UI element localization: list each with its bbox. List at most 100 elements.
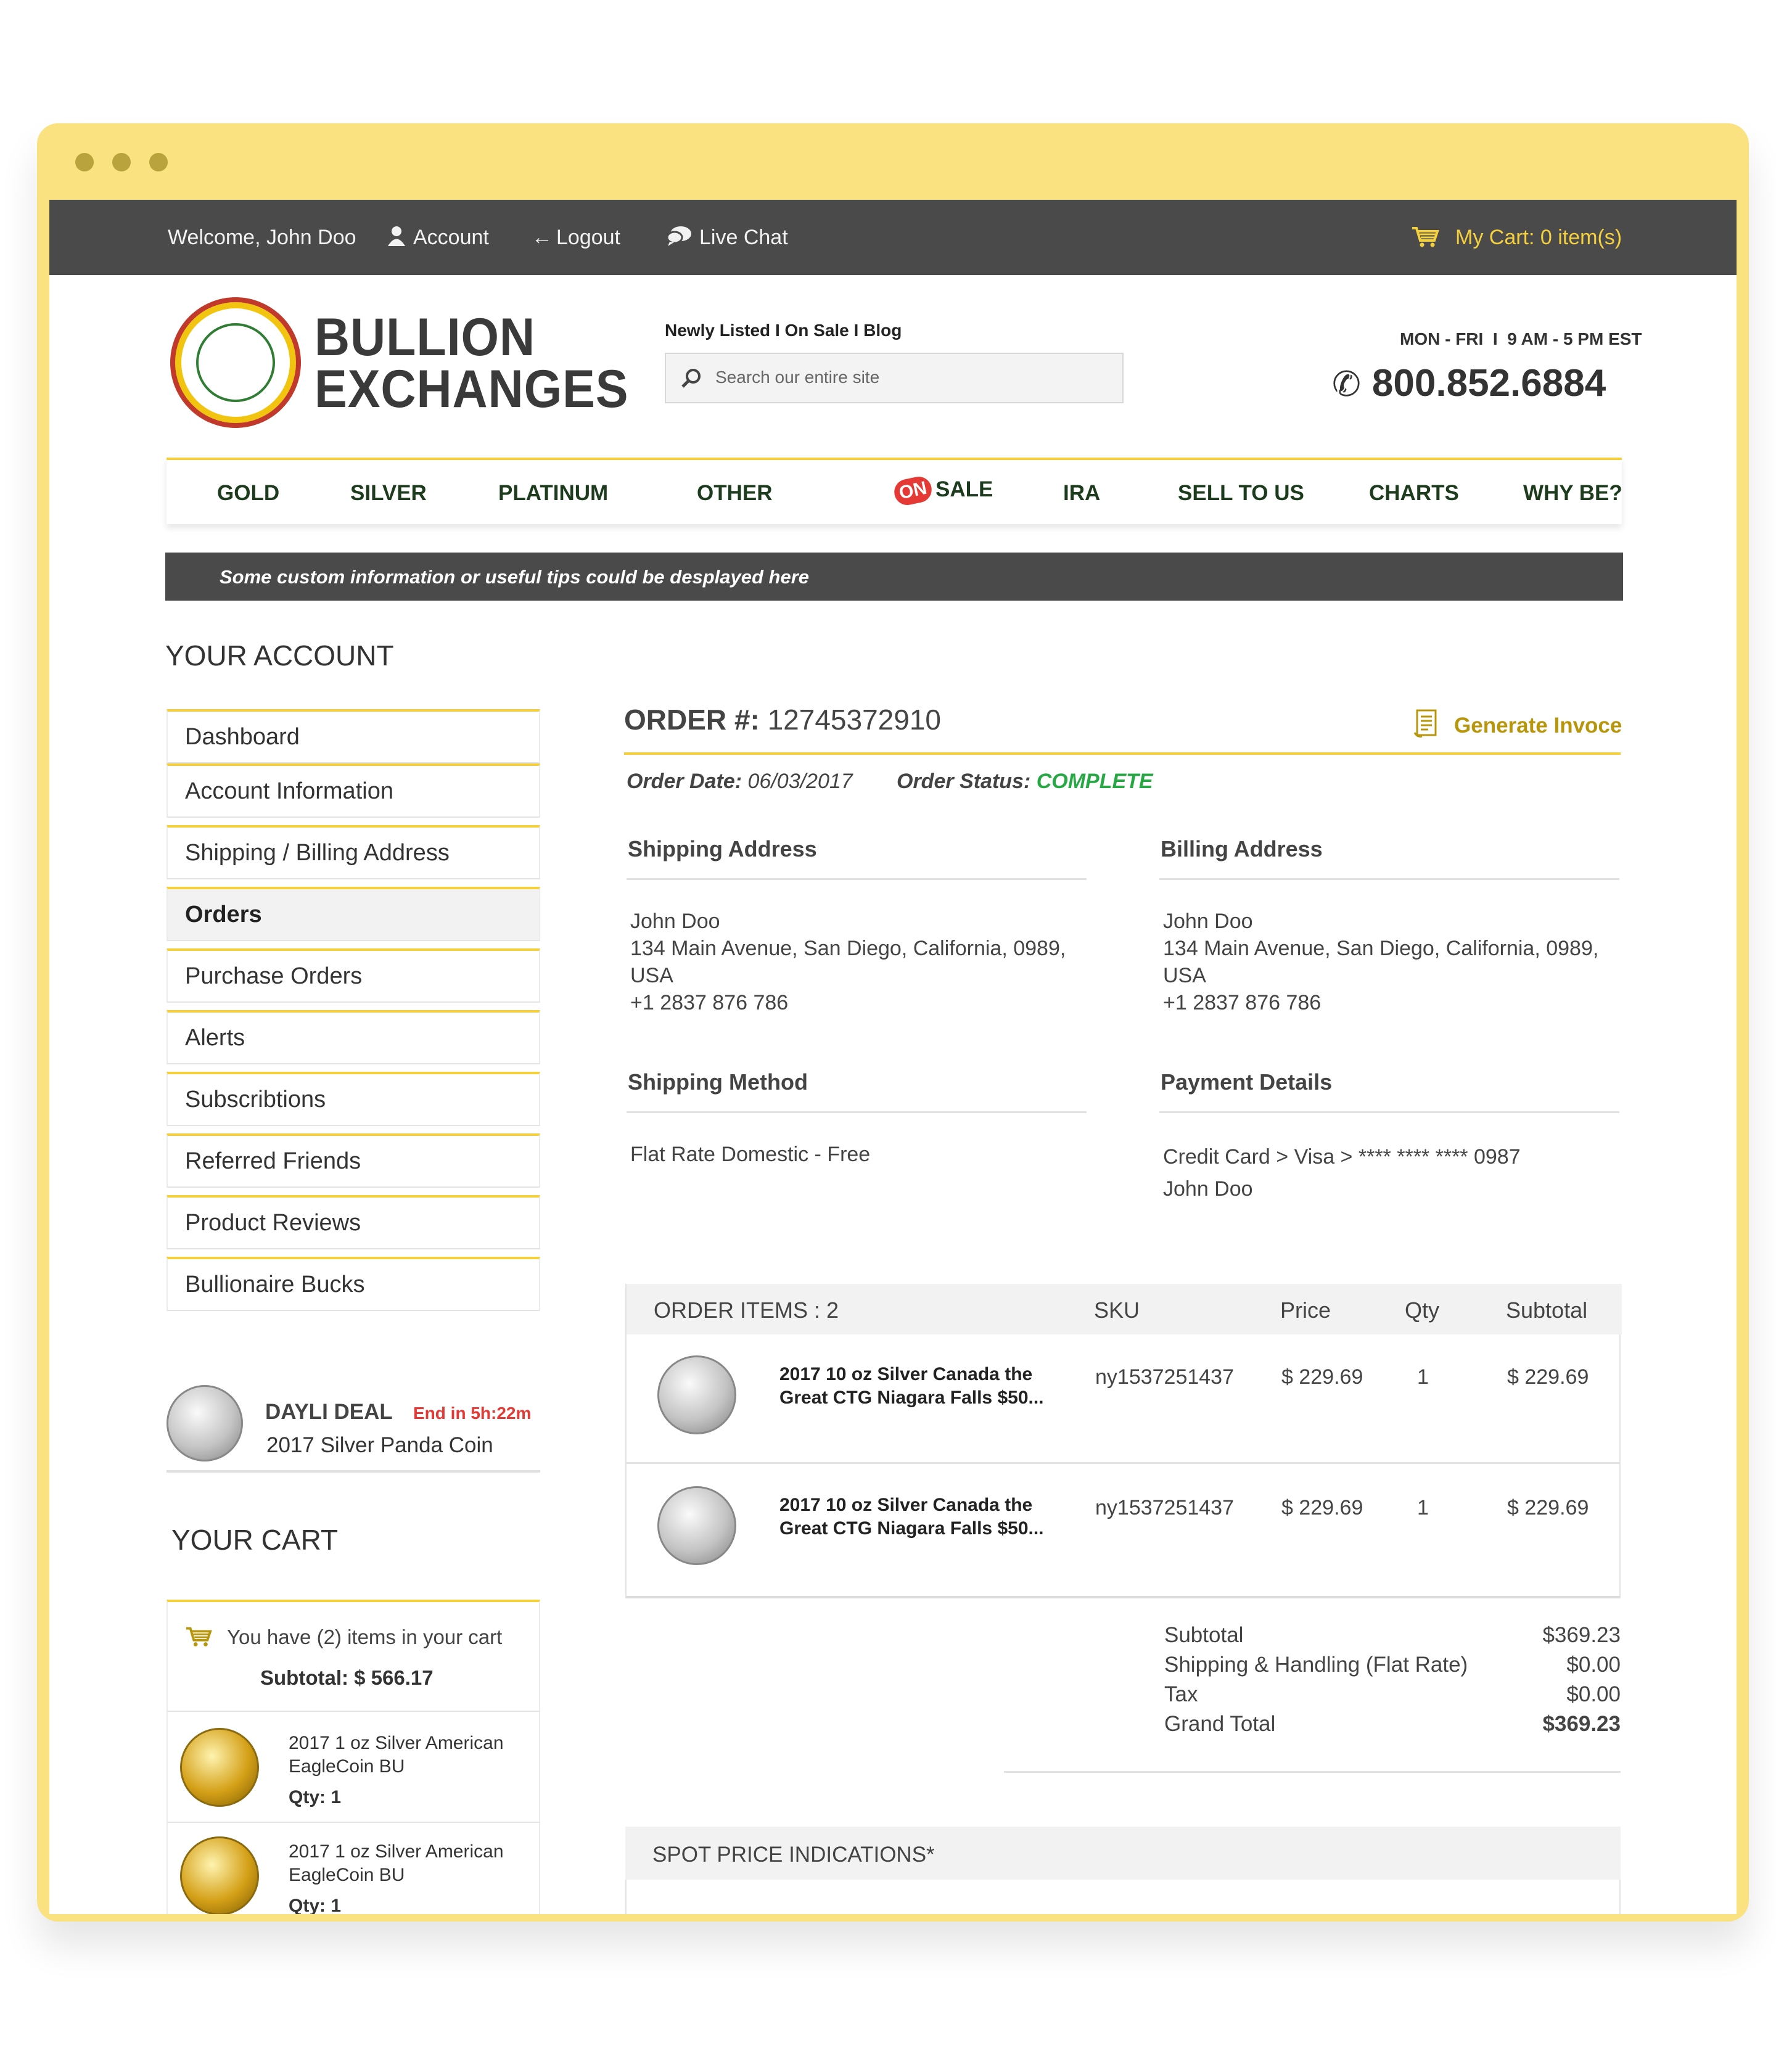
nav-silver[interactable]: SILVER bbox=[350, 481, 427, 506]
live-chat-link[interactable]: Live Chat bbox=[666, 226, 788, 250]
product-subtotal: $ 229.69 bbox=[1507, 1365, 1589, 1389]
sidebar-item-bullionaire-bucks[interactable]: Bullionaire Bucks bbox=[166, 1257, 540, 1311]
col-subtotal: Subtotal bbox=[1506, 1297, 1588, 1323]
shipping-address-title: Shipping Address bbox=[628, 836, 817, 861]
totals-subtotal-value: $369.23 bbox=[1542, 1623, 1621, 1647]
product-subtotal: $ 229.69 bbox=[1507, 1496, 1589, 1519]
cart-summary-box: You have (2) items in your cart Subtotal… bbox=[166, 1600, 540, 1712]
cart-item-name-line1: 2017 1 oz Silver American bbox=[289, 1841, 504, 1862]
welcome-text: Welcome, John Doo bbox=[168, 226, 356, 249]
nav-ira[interactable]: IRA bbox=[1063, 481, 1100, 506]
window-dot-minimize[interactable] bbox=[112, 153, 131, 171]
col-order-items: ORDER ITEMS : 2 bbox=[654, 1297, 839, 1323]
business-hours: MON - FRI I 9 AM - 5 PM EST bbox=[1400, 329, 1642, 348]
table-row[interactable]: 2017 10 oz Silver Canada the Great CTG N… bbox=[627, 1465, 1619, 1595]
cart-item-qty: Qty: 1 bbox=[289, 1787, 342, 1807]
payment-name: John Doo bbox=[1163, 1177, 1253, 1201]
order-date-value: 06/03/2017 bbox=[747, 770, 853, 793]
window-dot-close[interactable] bbox=[75, 153, 94, 171]
quick-links[interactable]: Newly Listed I On Sale I Blog bbox=[665, 321, 902, 340]
nav-charts[interactable]: CHARTS bbox=[1369, 481, 1459, 506]
product-name-line2[interactable]: Great CTG Niagara Falls $50... bbox=[779, 1517, 1044, 1540]
product-qty: 1 bbox=[1417, 1365, 1429, 1389]
search-input[interactable]: Search our entire site bbox=[665, 353, 1124, 403]
cart-item[interactable]: 2017 1 oz Silver American EagleCoin BU Q… bbox=[166, 1823, 540, 1914]
sidebar-item-alerts[interactable]: Alerts bbox=[166, 1010, 540, 1064]
eagle-coin-image bbox=[180, 1836, 259, 1914]
shipping-method: Flat Rate Domestic - Free bbox=[630, 1143, 871, 1166]
cart-item-name-line1: 2017 1 oz Silver American bbox=[289, 1733, 504, 1753]
search-placeholder: Search our entire site bbox=[715, 368, 880, 387]
nav-sale[interactable]: ON SALE bbox=[892, 474, 993, 508]
shipping-address: John Doo 134 Main Avenue, San Diego, Cal… bbox=[630, 908, 1066, 1016]
product-name-line2[interactable]: Great CTG Niagara Falls $50... bbox=[779, 1386, 1044, 1410]
cart-item-name-line2: EagleCoin BU bbox=[289, 1756, 405, 1777]
billing-address: John Doo 134 Main Avenue, San Diego, Cal… bbox=[1163, 908, 1598, 1016]
generate-invoice-button[interactable]: Generate Invoce bbox=[1413, 708, 1622, 739]
table-row[interactable]: 2017 10 oz Silver Canada the Great CTG N… bbox=[627, 1334, 1619, 1464]
sidebar-item-purchase-orders[interactable]: Purchase Orders bbox=[166, 948, 540, 1003]
nav-sell-to-us[interactable]: SELL TO US bbox=[1178, 481, 1304, 506]
totals-shipping-value: $0.00 bbox=[1566, 1653, 1621, 1677]
product-image bbox=[657, 1355, 736, 1434]
cart-item[interactable]: 2017 1 oz Silver American EagleCoin BU Q… bbox=[166, 1712, 540, 1823]
eagle-coin-image bbox=[180, 1728, 259, 1807]
product-image bbox=[657, 1486, 736, 1565]
sidebar-item-product-reviews[interactable]: Product Reviews bbox=[166, 1195, 540, 1249]
product-price: $ 229.69 bbox=[1281, 1496, 1363, 1519]
cart-summary-text: You have (2) items in your cart bbox=[227, 1626, 503, 1648]
nav-gold[interactable]: GOLD bbox=[217, 481, 279, 506]
shipping-phone: +1 2837 876 786 bbox=[630, 991, 789, 1014]
sidebar-item-orders[interactable]: Orders bbox=[166, 887, 540, 941]
nav-why-be[interactable]: WHY BE? bbox=[1523, 481, 1622, 506]
window-dot-maximize[interactable] bbox=[149, 153, 168, 171]
phone-block[interactable]: ✆ 800.852.6884 bbox=[1332, 361, 1606, 405]
sidebar-item-shipping-billing[interactable]: Shipping / Billing Address bbox=[166, 825, 540, 879]
top-bar: Welcome, John Doo Account ← Logout Live C… bbox=[49, 200, 1737, 275]
sidebar-item-account-information[interactable]: Account Information bbox=[166, 763, 540, 818]
payment-details-title: Payment Details bbox=[1161, 1069, 1333, 1095]
search-icon bbox=[681, 369, 701, 388]
billing-address-title: Billing Address bbox=[1161, 836, 1323, 861]
account-link[interactable]: Account bbox=[387, 226, 489, 250]
payment-card: Credit Card > Visa > **** **** **** 0987 bbox=[1163, 1145, 1521, 1169]
shipping-method-title: Shipping Method bbox=[628, 1069, 808, 1095]
daily-deal-label: DAYLI DEAL bbox=[265, 1400, 393, 1424]
totals-tax-value: $0.00 bbox=[1566, 1682, 1621, 1706]
product-qty: 1 bbox=[1417, 1496, 1429, 1519]
nav-other[interactable]: OTHER bbox=[697, 481, 773, 506]
daily-deal-card[interactable]: DAYLI DEAL End in 5h:22m 2017 Silver Pan… bbox=[166, 1378, 540, 1473]
my-cart-link[interactable]: My Cart: 0 item(s) bbox=[1411, 226, 1622, 250]
tip-text: Some custom information or useful tips c… bbox=[220, 566, 810, 588]
order-date-label: Order Date: bbox=[627, 770, 742, 793]
daily-deal-product[interactable]: 2017 Silver Panda Coin bbox=[266, 1433, 493, 1458]
logout-link[interactable]: ← Logout bbox=[532, 226, 620, 250]
logout-label: Logout bbox=[556, 226, 620, 249]
phone-number: 800.852.6884 bbox=[1371, 362, 1606, 405]
order-number-heading: ORDER #: 12745372910 bbox=[624, 703, 941, 736]
cart-item-qty: Qty: 1 bbox=[289, 1896, 342, 1914]
sidebar-item-subscriptions[interactable]: Subscribtions bbox=[166, 1072, 540, 1126]
logo-seal[interactable] bbox=[170, 297, 301, 428]
section-divider bbox=[627, 1111, 1087, 1113]
sidebar-item-referred-friends[interactable]: Referred Friends bbox=[166, 1133, 540, 1188]
shipping-street: 134 Main Avenue, San Diego, California, … bbox=[630, 937, 1066, 960]
panda-coin-image bbox=[166, 1385, 243, 1462]
section-divider bbox=[627, 878, 1087, 880]
nav-platinum[interactable]: PLATINUM bbox=[498, 481, 608, 506]
product-name-line1[interactable]: 2017 10 oz Silver Canada the bbox=[779, 1494, 1032, 1517]
payment-details: Credit Card > Visa > **** **** **** 0987… bbox=[1163, 1141, 1521, 1205]
product-sku: ny1537251437 bbox=[1095, 1496, 1235, 1519]
spot-price-title: SPOT PRICE INDICATIONS* bbox=[652, 1843, 935, 1867]
your-cart-title: YOUR CART bbox=[171, 1524, 339, 1556]
section-divider bbox=[1159, 1111, 1619, 1113]
order-date: Order Date: 06/03/2017 bbox=[627, 770, 853, 794]
arrow-left-icon: ← bbox=[532, 226, 553, 249]
totals-divider bbox=[1004, 1771, 1621, 1773]
daily-deal-timer: End in 5h:22m bbox=[413, 1404, 532, 1423]
nav-sale-label: SALE bbox=[935, 477, 993, 501]
billing-country: USA bbox=[1163, 964, 1206, 987]
sidebar-item-dashboard[interactable]: Dashboard bbox=[166, 709, 540, 763]
product-name-line1[interactable]: 2017 10 oz Silver Canada the bbox=[779, 1363, 1032, 1386]
table-header: ORDER ITEMS : 2 SKU Price Qty Subtotal bbox=[627, 1284, 1622, 1334]
